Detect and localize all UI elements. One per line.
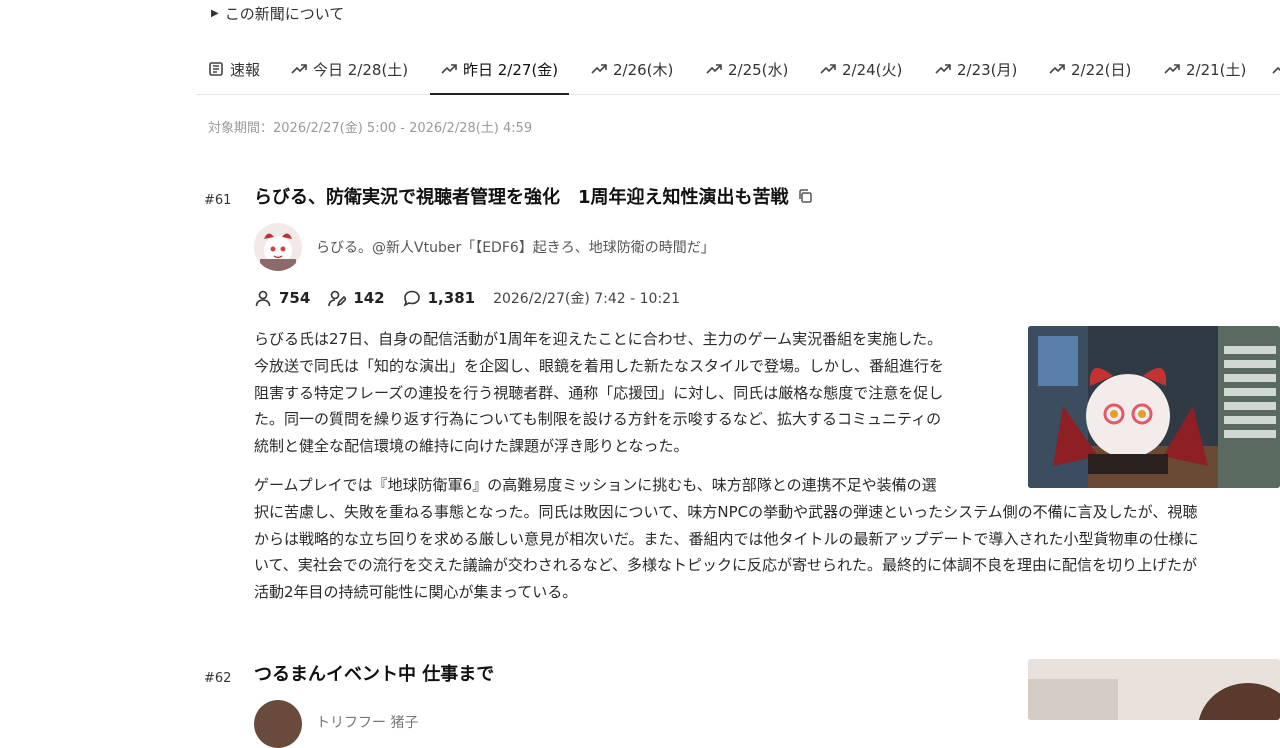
tab-label: 速報: [230, 60, 261, 79]
channel-title[interactable]: らびる。@新人Vtuber「【EDF6】起きろ、地球防衛の時間だ」: [316, 237, 715, 257]
trend-icon: [820, 64, 836, 74]
tab-label: 昨日 2/27(金): [463, 60, 559, 79]
tab-2-21[interactable]: 2/21(土): [1164, 44, 1246, 94]
tab-2-25[interactable]: 2/25(水): [706, 44, 788, 94]
tab-breaking[interactable]: 速報: [208, 44, 260, 94]
chatters-count: 142: [353, 289, 385, 307]
tab-today[interactable]: 今日 2/28(土): [291, 44, 408, 94]
body-line: 今放送で同氏は「知的な演出」を企図し、眼鏡を着用した新たなスタイルで登場。しかし…: [254, 356, 945, 375]
about-label: この新聞について: [224, 5, 345, 23]
comments-count: 1,381: [427, 289, 476, 307]
article-thumbnail[interactable]: [1028, 326, 1280, 488]
trend-icon: [706, 64, 722, 74]
stats-row: 754 142 1,381 2026/2/27(金) 7:42 - 10:21: [254, 288, 680, 308]
article-title[interactable]: らびる、防衛実況で視聴者管理を強化 1周年迎え知性演出も苦戦: [254, 183, 813, 209]
trend-icon: [591, 64, 607, 74]
chatters-stat: 142: [328, 289, 385, 307]
tab-2-24[interactable]: 2/24(火): [820, 44, 902, 94]
body-line: からは戦略的な立ち回りを求める厳しい意見が相次いだ。また、番組内では他タイトルの…: [254, 529, 1199, 548]
tab-label: 今日 2/28(土): [313, 60, 409, 79]
about-newspaper-toggle[interactable]: ▶ この新聞について: [211, 3, 344, 24]
tab-2-23[interactable]: 2/23(月): [935, 44, 1017, 94]
article-title-text: らびる、防衛実況で視聴者管理を強化 1周年迎え知性演出も苦戦: [254, 187, 789, 208]
comment-icon: [403, 290, 420, 307]
article-body-paragraph-2: ゲームプレイでは『地球防衛軍6』の高難易度ミッションに挑むも、味方部隊との連携不…: [254, 472, 1280, 606]
rank-number: #62: [204, 671, 232, 686]
tab-2-22[interactable]: 2/22(日): [1049, 44, 1131, 94]
body-line: いて、実社会での流行を交えた議論が交わされるなど、多様なトピックに反応が寄せられ…: [254, 556, 1198, 575]
body-line: 阻害する特定フレーズの連投を行う視聴者群、通称「応援団」に対し、同氏は厳格な態度…: [254, 383, 944, 402]
tab-label: 2/26(木): [613, 60, 674, 79]
avatar[interactable]: [254, 223, 302, 271]
trend-icon: [1049, 64, 1065, 74]
tab-more[interactable]: [1272, 44, 1280, 94]
period-text: 対象期間：2026/2/27(金) 5:00 - 2026/2/28(土) 4:…: [208, 121, 533, 136]
body-line: 活動2年目の持続可能性に関心が集まっている。: [254, 583, 578, 602]
trend-icon: [1272, 66, 1280, 74]
comments-stat: 1,381: [403, 289, 475, 307]
tab-label: 2/25(水): [728, 60, 789, 79]
body-line: た。同一の質問を繰り返す行為についても制限を設ける方針を示唆するなど、拡大するコ…: [254, 410, 942, 429]
viewers-count: 754: [279, 289, 311, 307]
channel-title[interactable]: トリフフー 猪子: [316, 712, 418, 732]
broadcast-time: 2026/2/27(金) 7:42 - 10:21: [493, 291, 680, 307]
triangle-right-icon: ▶: [211, 8, 219, 19]
body-line: らびる氏は27日、自身の配信活動が1周年を迎えたことに合わせ、主力のゲーム実況番…: [254, 330, 943, 348]
tab-label: 2/22(日): [1071, 60, 1132, 79]
body-line: 択に苦慮し、失敗を重ねる事態となった。同氏は敗因について、味方NPCの挙動や武器…: [254, 502, 1198, 521]
tab-label: 2/21(土): [1186, 60, 1247, 79]
trend-icon: [1164, 64, 1180, 74]
rank-number: #61: [204, 193, 232, 208]
trend-icon: [291, 64, 307, 74]
tab-2-26[interactable]: 2/26(木): [591, 44, 673, 94]
body-line: ゲームプレイでは『地球防衛軍6』の高難易度ミッションに挑むも、味方部隊との連携不…: [254, 476, 937, 494]
trend-icon: [441, 64, 457, 74]
trend-icon: [935, 64, 951, 74]
article-title-text: つるまんイベント中 仕事まで: [254, 664, 495, 685]
date-tabs: 速報 今日 2/28(土) 昨日 2/27(金) 2/26(木) 2/25(水)…: [196, 44, 1280, 95]
viewers-stat: 754: [254, 289, 310, 307]
avatar[interactable]: [254, 700, 302, 748]
body-line: 統制と健全な配信環境の維持に向けた課題が浮き彫りとなった。: [254, 437, 689, 456]
copy-icon[interactable]: [797, 188, 813, 204]
article-thumbnail[interactable]: [1028, 659, 1280, 720]
tab-yesterday[interactable]: 昨日 2/27(金): [429, 44, 570, 95]
user-icon: [255, 290, 271, 307]
tab-label: 2/23(月): [957, 60, 1018, 79]
newspaper-icon: [209, 62, 223, 76]
article-body-paragraph-1: らびる氏は27日、自身の配信活動が1周年を迎えたことに合わせ、主力のゲーム実況番…: [254, 326, 1014, 460]
article-title[interactable]: つるまんイベント中 仕事まで: [254, 660, 494, 686]
tab-label: 2/24(火): [842, 60, 903, 79]
user-edit-icon: [328, 290, 347, 307]
